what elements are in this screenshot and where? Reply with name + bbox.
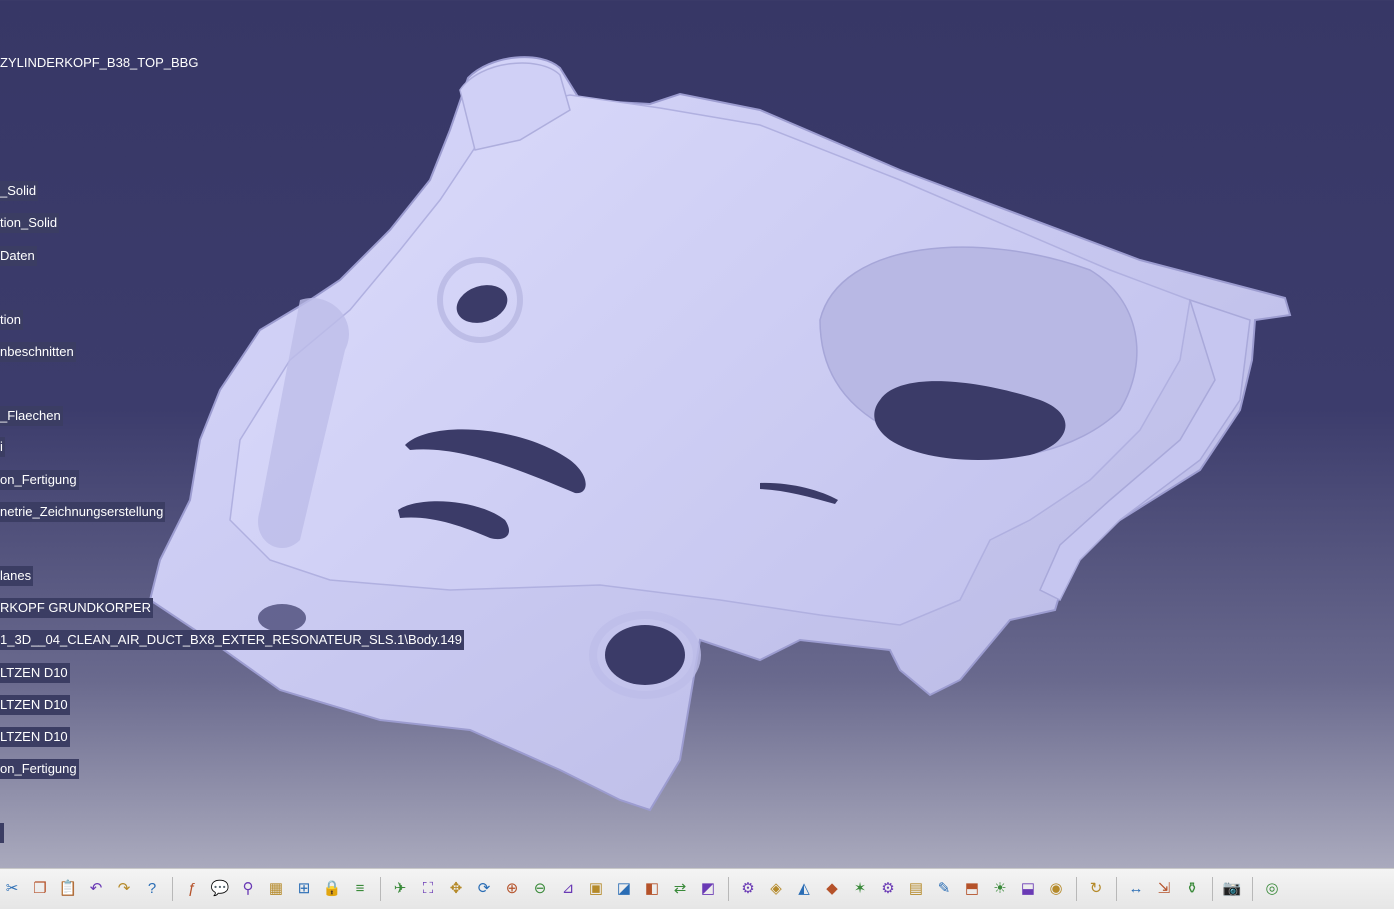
zoom-in-icon[interactable]: ⊕ xyxy=(502,879,522,899)
measure-between-icon[interactable]: ↔ xyxy=(1126,879,1146,899)
tree-node-label[interactable]: netrie_Zeichnungserstellung xyxy=(0,502,166,522)
toolbar-separator xyxy=(1116,877,1117,901)
measure-icon[interactable]: ⚙ xyxy=(738,879,758,899)
toolbar-separator xyxy=(1212,877,1213,901)
tree-node-label[interactable]: LTZEN D10 xyxy=(0,727,70,747)
3d-viewport[interactable]: ZYLINDERKOPF_B38_TOP_BBG _Solid tion_Solid… xyxy=(0,0,1394,868)
bottom-toolbar: ✂ ❐ 📋 ↶ ↷? ƒ 💬 ⚲ ▦ ⊞ 🔒 ≡ ✈ ⛶ ✥ ⟳ ⊕ ⊖ ⊿ ▣ ◪ ◧ ⇄ ◩ ⚙ ◈ ◭ ◆ ✶ ⚙ ▤ ✎ ⬒ ☀ ⬓ ◉ ↻ ↔ ⇲… xyxy=(0,868,1394,909)
parameters-icon[interactable]: ≡ xyxy=(350,879,370,899)
table-icon[interactable]: ▦ xyxy=(266,879,286,899)
tree-node-label[interactable]: _Solid xyxy=(0,181,39,201)
tree-node-stub xyxy=(0,823,4,843)
settings-icon[interactable]: ⚙ xyxy=(878,879,898,899)
paste-icon[interactable]: 📋 xyxy=(58,879,78,899)
tree-node-label[interactable]: i xyxy=(0,437,5,457)
draft-analysis-icon[interactable]: ◭ xyxy=(794,879,814,899)
part-hole-2 xyxy=(605,625,685,685)
tree-root-label[interactable]: ZYLINDERKOPF_B38_TOP_BBG xyxy=(0,53,200,73)
toolbar-separator xyxy=(1252,877,1253,901)
tree-node-label[interactable]: nbeschnitten xyxy=(0,342,76,362)
part-hole-3 xyxy=(258,604,306,632)
tree-node-label[interactable]: 1_3D__04_CLEAN_AIR_DUCT_BX8_EXTER_RESONA… xyxy=(0,630,464,650)
tree-node-label[interactable]: Daten xyxy=(0,246,37,266)
tree-node-label[interactable]: _Flaechen xyxy=(0,406,63,426)
whats-this-icon[interactable]: ? xyxy=(142,879,162,899)
zoom-out-icon[interactable]: ⊖ xyxy=(530,879,550,899)
cut-icon[interactable]: ✂ xyxy=(2,879,22,899)
tree-node-label[interactable]: on_Fertigung xyxy=(0,759,79,779)
knowledge-icon[interactable]: ⚲ xyxy=(238,879,258,899)
render-icon[interactable]: ◉ xyxy=(1046,879,1066,899)
tree-node-label[interactable]: on_Fertigung xyxy=(0,470,79,490)
surface-analysis-icon[interactable]: ◆ xyxy=(822,879,842,899)
capture-icon[interactable]: 📷 xyxy=(1222,879,1242,899)
rotate-icon[interactable]: ⟳ xyxy=(474,879,494,899)
redo-icon[interactable]: ↷ xyxy=(114,879,134,899)
update-icon[interactable]: ↻ xyxy=(1086,879,1106,899)
normal-view-icon[interactable]: ⊿ xyxy=(558,879,578,899)
copy-icon[interactable]: ❐ xyxy=(30,879,50,899)
fly-mode-icon[interactable]: ✈ xyxy=(390,879,410,899)
cycle-icon[interactable]: ◎ xyxy=(1262,879,1282,899)
pan-icon[interactable]: ✥ xyxy=(446,879,466,899)
catalog-icon[interactable]: ▤ xyxy=(906,879,926,899)
comment-icon[interactable]: 💬 xyxy=(210,879,230,899)
toolbar-separator xyxy=(1076,877,1077,901)
toolbar-separator xyxy=(172,877,173,901)
part-model[interactable] xyxy=(0,0,1394,868)
lock-icon[interactable]: 🔒 xyxy=(322,879,342,899)
undo-icon[interactable]: ↶ xyxy=(86,879,106,899)
toolbar-separator xyxy=(380,877,381,901)
inertia-icon[interactable]: ⚱ xyxy=(1182,879,1202,899)
tree-node-label[interactable]: LTZEN D10 xyxy=(0,663,70,683)
swap-space-icon[interactable]: ⇄ xyxy=(670,879,690,899)
tree-node-label[interactable]: RKOPF GRUNDKORPER xyxy=(0,598,153,618)
analysis-icon[interactable]: ◈ xyxy=(766,879,786,899)
hierarchy-icon[interactable]: ⊞ xyxy=(294,879,314,899)
toolbar-separator xyxy=(728,877,729,901)
mapping-icon[interactable]: ✶ xyxy=(850,879,870,899)
environment-icon[interactable]: ⬓ xyxy=(1018,879,1038,899)
tree-node-label[interactable]: lanes xyxy=(0,566,34,586)
tree-node-label[interactable]: tion xyxy=(0,310,23,330)
multi-view-icon[interactable]: ▣ xyxy=(586,879,606,899)
shading-icon[interactable]: ◩ xyxy=(698,879,718,899)
measure-item-icon[interactable]: ⇲ xyxy=(1154,879,1174,899)
hide-show-icon[interactable]: ◧ xyxy=(642,879,662,899)
tree-node-label[interactable]: LTZEN D10 xyxy=(0,695,70,715)
fit-all-icon[interactable]: ⛶ xyxy=(418,879,438,899)
iso-view-icon[interactable]: ◪ xyxy=(614,879,634,899)
sketch-icon[interactable]: ✎ xyxy=(934,879,954,899)
formula-icon[interactable]: ƒ xyxy=(182,879,202,899)
tree-node-label[interactable]: tion_Solid xyxy=(0,213,60,233)
surface-icon[interactable]: ⬒ xyxy=(962,879,982,899)
light-icon[interactable]: ☀ xyxy=(990,879,1010,899)
